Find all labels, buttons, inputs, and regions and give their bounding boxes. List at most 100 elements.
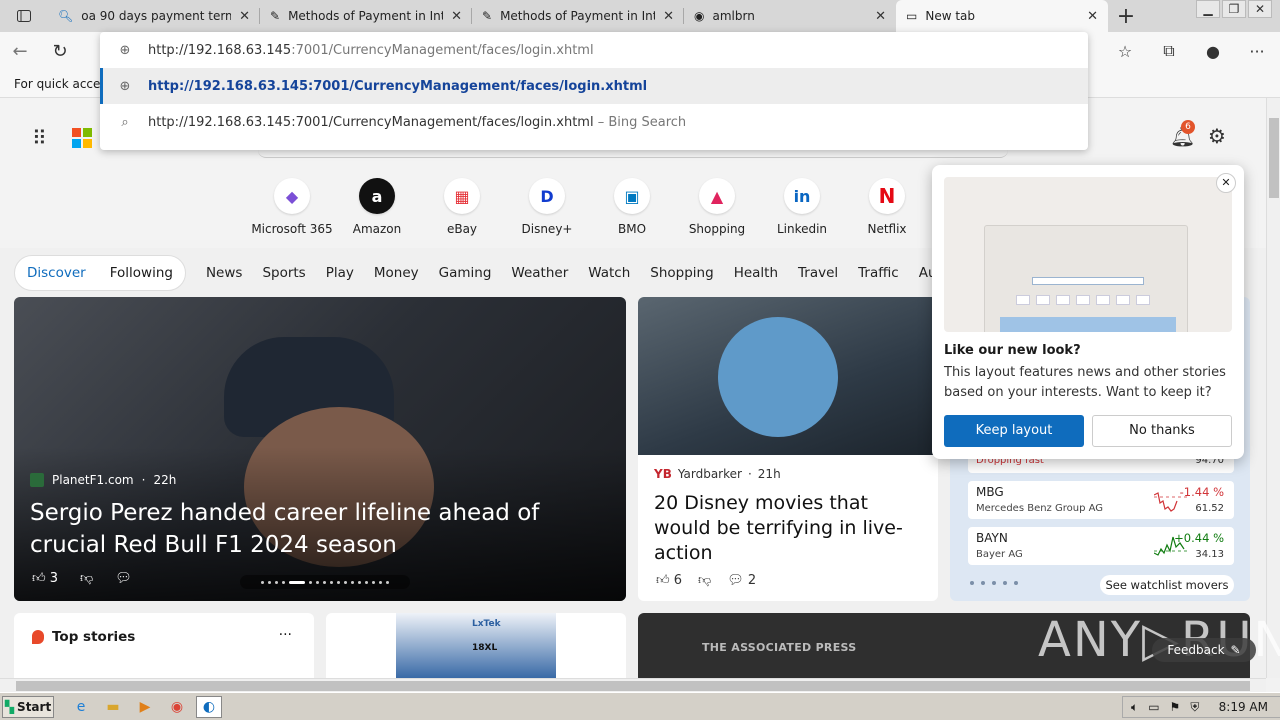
scroll-thumb[interactable] xyxy=(1269,118,1279,198)
flame-icon xyxy=(32,630,44,644)
shield-icon[interactable]: ⛨ xyxy=(1190,700,1199,715)
close-tab-icon[interactable]: ✕ xyxy=(663,9,674,24)
tab-discover[interactable]: Discover xyxy=(27,265,86,281)
quick-link-netflix[interactable]: N Netflix xyxy=(844,178,930,236)
comment-button[interactable]: 💬︎ 2 xyxy=(727,573,756,588)
story-card[interactable]: YB Yardbarker · 21h 20 Disney movies that w… xyxy=(638,297,938,601)
story-age: 22h xyxy=(153,473,177,487)
feed-nav-item[interactable]: Gaming xyxy=(439,265,492,281)
source-label: THE ASSOCIATED PRESS xyxy=(702,641,857,654)
feedback-button[interactable]: Feedback ✎ xyxy=(1152,638,1256,662)
profile-avatar[interactable]: ● xyxy=(1200,42,1226,61)
close-tab-icon[interactable]: ✕ xyxy=(1087,9,1098,24)
feed-nav-item[interactable]: Shopping xyxy=(650,265,713,281)
feed-nav-item[interactable]: Play xyxy=(326,265,354,281)
see-watchlist-movers-button[interactable]: See watchlist movers xyxy=(1100,575,1234,595)
maximize-button[interactable]: ❐ xyxy=(1222,0,1246,18)
clock: 8:19 AM xyxy=(1218,700,1268,714)
close-popup-button[interactable]: ✕ xyxy=(1216,173,1236,193)
hero-story-card[interactable]: PlanetF1.com · 22h Sergio Perez handed car… xyxy=(14,297,626,601)
quick-link-label: eBay xyxy=(446,222,478,236)
quick-link-disney[interactable]: D Disney+ xyxy=(504,178,590,236)
carousel-indicator[interactable] xyxy=(240,575,410,589)
feed-nav-item[interactable]: Money xyxy=(374,265,419,281)
edge-icon[interactable]: ◐ xyxy=(196,695,222,718)
favorites-star-icon[interactable]: ☆ xyxy=(1112,42,1138,61)
browser-tab[interactable]: 🔍︎ oa 90 days payment terms - ✕ xyxy=(48,0,260,32)
suggestion-url[interactable]: ⊕ http://192.168.63.145:7001/CurrencyMan… xyxy=(100,68,1088,104)
feed-nav-item[interactable]: Health xyxy=(734,265,778,281)
close-tab-icon[interactable]: ✕ xyxy=(451,9,462,24)
refresh-button[interactable]: ↻ xyxy=(40,32,80,70)
feed-nav-item[interactable]: Traffic xyxy=(858,265,899,281)
quick-link-amazon[interactable]: a Amazon xyxy=(334,178,420,236)
ad-card[interactable]: LxTek 18XL xyxy=(326,613,626,678)
collections-icon[interactable]: ⧉ xyxy=(1156,41,1182,61)
comment-icon[interactable]: 💬︎ xyxy=(115,571,132,586)
story-title[interactable]: Sergio Perez handed career lifeline ahea… xyxy=(30,497,610,561)
close-window-button[interactable]: ✕ xyxy=(1248,0,1272,18)
stock-symbol: MBG xyxy=(976,485,1004,499)
vertical-scrollbar[interactable] xyxy=(1266,98,1280,678)
feed-nav-item[interactable]: Sports xyxy=(262,265,305,281)
settings-gear-icon[interactable]: ⚙ xyxy=(1208,124,1226,148)
dislike-icon[interactable]: 👎︎ xyxy=(698,573,711,588)
horizontal-scrollbar[interactable] xyxy=(0,678,1266,692)
feed-nav-item[interactable]: Travel xyxy=(798,265,838,281)
more-options-button[interactable]: ··· xyxy=(279,627,292,643)
dislike-icon[interactable]: 👎︎ xyxy=(80,571,93,586)
stock-symbol: BAYN xyxy=(976,531,1008,545)
folder-icon[interactable]: ▬ xyxy=(100,696,126,718)
suggestion-search[interactable]: ⌕ http://192.168.63.145:7001/CurrencyMan… xyxy=(100,104,1088,140)
scroll-thumb[interactable] xyxy=(16,681,1250,691)
browser-tab[interactable]: ✎ Methods of Payment in Inte ✕ xyxy=(472,0,684,32)
feed-nav-item[interactable]: News xyxy=(206,265,242,281)
browser-tab[interactable]: ✎ Methods of Payment in Inte ✕ xyxy=(260,0,472,32)
minimize-button[interactable]: ▁ xyxy=(1196,0,1220,18)
close-tab-icon[interactable]: ✕ xyxy=(239,9,250,24)
back-button[interactable]: ← xyxy=(0,32,40,70)
watchlist-row[interactable]: MBG Mercedes Benz Group AG -1.44 % 61.52 xyxy=(968,481,1234,519)
like-button[interactable]: 👍︎ 3 xyxy=(32,571,58,586)
tab-title: New tab xyxy=(925,9,976,23)
favorites-bar-hint: For quick access xyxy=(14,77,113,91)
stock-price: 34.13 xyxy=(1195,549,1224,560)
quick-link-linkedin[interactable]: in Linkedin xyxy=(759,178,845,236)
document-icon: ✎ xyxy=(482,9,493,23)
quick-link-microsoft365[interactable]: ◆ Microsoft 365 xyxy=(249,178,335,236)
tab-following[interactable]: Following xyxy=(110,265,173,281)
linkedin-icon: in xyxy=(784,178,820,214)
feed-nav-item[interactable]: Weather xyxy=(511,265,568,281)
browser-tab-active[interactable]: ▭ New tab ✕ xyxy=(896,0,1108,32)
watchlist-row[interactable]: BAYN Bayer AG +0.44 % 34.13 xyxy=(968,527,1234,565)
new-tab-button[interactable]: + xyxy=(1108,0,1144,32)
no-thanks-button[interactable]: No thanks xyxy=(1092,415,1232,447)
feed-nav-item[interactable]: Watch xyxy=(588,265,630,281)
quick-link-bmo[interactable]: ▣ BMO xyxy=(589,178,675,236)
watchlist-pager[interactable] xyxy=(970,581,1018,585)
address-input[interactable]: ⊕ http://192.168.63.145:7001/CurrencyMan… xyxy=(100,32,1088,68)
more-menu-icon[interactable]: ··· xyxy=(1244,42,1270,61)
flag-icon[interactable]: ⚑ xyxy=(1170,700,1181,714)
quick-link-ebay[interactable]: ▦ eBay xyxy=(419,178,505,236)
keep-layout-button[interactable]: Keep layout xyxy=(944,415,1084,447)
browser-tab[interactable]: ◉ amlbrn ✕ xyxy=(684,0,896,32)
chrome-icon[interactable]: ◉ xyxy=(164,696,190,718)
apps-launcher-icon[interactable]: ⠿ xyxy=(32,126,48,150)
media-player-icon[interactable]: ▶ xyxy=(132,696,158,718)
close-tab-icon[interactable]: ✕ xyxy=(875,9,886,24)
start-button[interactable]: ▚ Start xyxy=(2,695,54,718)
volume-icon[interactable]: 🔈︎ xyxy=(1131,700,1138,715)
tab-actions-menu-button[interactable] xyxy=(0,0,48,32)
story-title[interactable]: 20 Disney movies that would be terrifyin… xyxy=(654,491,926,566)
network-icon[interactable]: ▭ xyxy=(1148,700,1159,714)
ie-icon[interactable]: e xyxy=(68,696,94,718)
top-stories-title: Top stories xyxy=(52,629,136,645)
story-image-subject xyxy=(718,317,838,437)
feed-nav: Discover Following News Sports Play Mone… xyxy=(14,255,960,291)
address-host: http://192.168.63.145 xyxy=(148,42,292,58)
like-button[interactable]: 👍︎ 6 xyxy=(656,573,682,588)
story-source: PlanetF1.com · 22h xyxy=(30,473,176,487)
quick-link-shopping[interactable]: ▲ Shopping xyxy=(674,178,760,236)
product-size: 18XL xyxy=(472,643,498,653)
